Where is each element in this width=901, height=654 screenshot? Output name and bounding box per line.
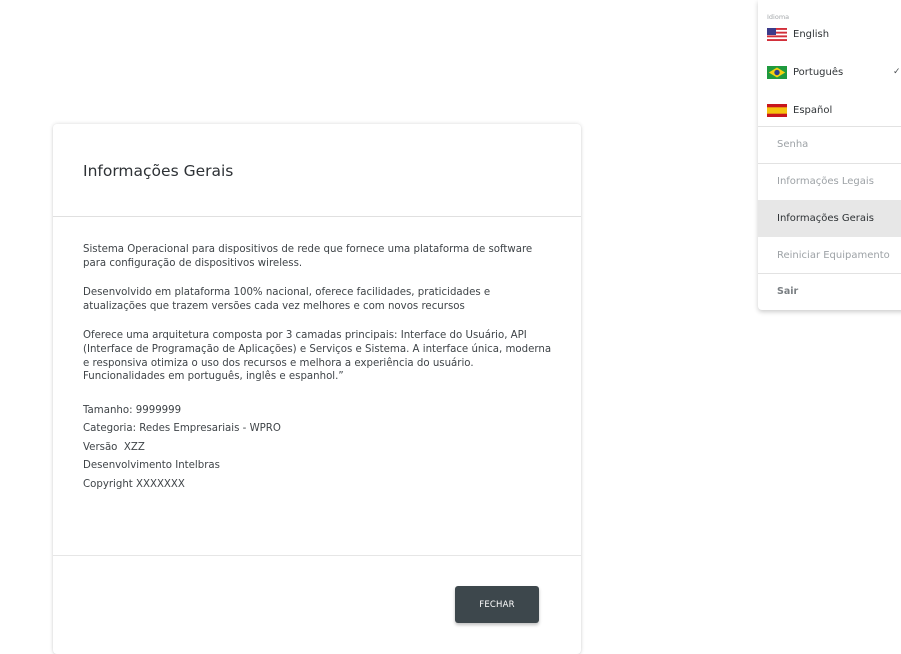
language-option-portuguese[interactable]: Português ✓ [758,60,901,84]
language-option-label: Español [793,104,833,116]
description-paragraph-1: Sistema Operacional para dispositivos de… [83,244,533,269]
menu-item-legal-info[interactable]: Informações Legais [758,163,901,200]
menu-item-logout[interactable]: Sair [758,273,901,310]
general-info-dialog: Informações Gerais Sistema Operacional p… [53,124,581,654]
meta-size: Tamanho: 9999999 [83,404,182,416]
spain-flag-icon [767,103,787,117]
meta-version: Versão XZZ [83,441,145,453]
description-paragraph-3: Oferece uma arquitetura composta por 3 c… [83,330,552,383]
language-option-spanish[interactable]: Español [758,98,901,122]
close-button[interactable]: FECHAR [455,586,539,623]
language-option-label: Português [793,66,844,78]
dialog-title: Informações Gerais [83,162,234,180]
dialog-body: Sistema Operacional para dispositivos de… [53,217,581,556]
description-paragraph-2: Desenvolvido em plataforma 100% nacional… [83,287,491,312]
brazil-flag-icon [767,65,787,79]
menu-item-password[interactable]: Senha [758,126,901,163]
menu-item-general-info[interactable]: Informações Gerais [758,200,901,237]
menu-item-restart-device[interactable]: Reiniciar Equipamento [758,237,901,274]
meta-category: Categoria: Redes Empresariais - WPRO [83,423,281,435]
user-dropdown-menu: Idioma English Português ✓ Español Senha… [758,0,901,310]
system-meta-list: Tamanho: 9999999 Categoria: Redes Empres… [83,404,551,497]
language-option-label: English [793,28,830,40]
dialog-header: Informações Gerais [53,124,581,217]
meta-copyright: Copyright XXXXXXX [83,478,185,490]
language-option-english[interactable]: English [758,22,901,46]
meta-developer: Desenvolvimento Intelbras [83,460,220,472]
language-section-label: Idioma [767,13,790,21]
check-icon: ✓ [893,67,901,77]
us-flag-icon [767,27,787,41]
